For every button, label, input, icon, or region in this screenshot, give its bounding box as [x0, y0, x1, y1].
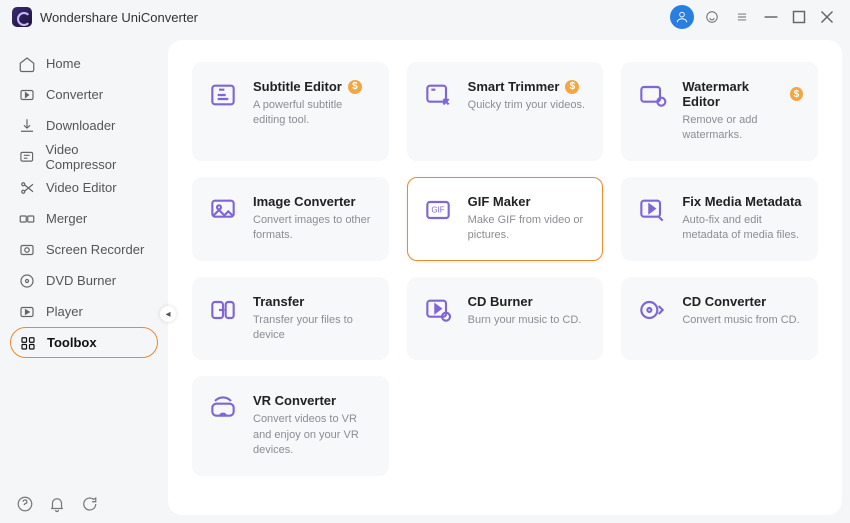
- tool-desc: Convert music from CD.: [682, 313, 803, 328]
- sidebar-item-label: DVD Burner: [46, 273, 116, 288]
- tool-transfer[interactable]: Transfer Transfer your files to device: [192, 277, 389, 361]
- subtitle-icon: [207, 79, 239, 111]
- download-icon: [18, 117, 36, 135]
- tool-desc: Remove or add watermarks.: [682, 113, 803, 144]
- tool-watermark-editor[interactable]: Watermark Editor $ Remove or add watermar…: [621, 62, 818, 161]
- trimmer-icon: [422, 79, 454, 111]
- tool-title: Image Converter: [253, 194, 356, 209]
- sidebar-item-compressor[interactable]: Video Compressor: [10, 141, 158, 172]
- tool-title: Transfer: [253, 294, 304, 309]
- tool-title: GIF Maker: [468, 194, 531, 209]
- titlebar: Wondershare UniConverter: [0, 0, 850, 34]
- premium-badge: $: [348, 80, 362, 94]
- sidebar-item-label: Converter: [46, 87, 103, 102]
- compressor-icon: [18, 148, 36, 166]
- home-icon: [18, 55, 36, 73]
- sidebar-item-downloader[interactable]: Downloader: [10, 110, 158, 141]
- app-logo: [12, 7, 32, 27]
- player-icon: [18, 303, 36, 321]
- minimize-button[interactable]: [760, 6, 782, 28]
- menu-icon[interactable]: [730, 5, 754, 29]
- merger-icon: [18, 210, 36, 228]
- tool-desc: A powerful subtitle editing tool.: [253, 98, 374, 129]
- metadata-icon: [636, 194, 668, 226]
- sidebar-item-dvdburner[interactable]: DVD Burner: [10, 265, 158, 296]
- tool-cd-burner[interactable]: CD Burner Burn your music to CD.: [407, 277, 604, 361]
- app-title: Wondershare UniConverter: [40, 10, 198, 25]
- close-button[interactable]: [816, 6, 838, 28]
- premium-badge: $: [565, 80, 579, 94]
- scissors-icon: [18, 179, 36, 197]
- tool-desc: Convert videos to VR and enjoy on your V…: [253, 412, 374, 458]
- sidebar-item-label: Video Editor: [46, 180, 117, 195]
- disc-icon: [18, 272, 36, 290]
- maximize-button[interactable]: [788, 6, 810, 28]
- tool-title: Fix Media Metadata: [682, 194, 801, 209]
- tool-smart-trimmer[interactable]: Smart Trimmer $ Quicky trim your videos.: [407, 62, 604, 161]
- account-icon[interactable]: [670, 5, 694, 29]
- tool-title: VR Converter: [253, 393, 336, 408]
- recorder-icon: [18, 241, 36, 259]
- tool-title: Watermark Editor: [682, 79, 784, 109]
- sidebar-item-label: Merger: [46, 211, 87, 226]
- tool-image-converter[interactable]: Image Converter Convert images to other …: [192, 177, 389, 261]
- tool-desc: Auto-fix and edit metadata of media file…: [682, 213, 803, 244]
- sidebar-item-label: Screen Recorder: [46, 242, 144, 257]
- sidebar-item-toolbox[interactable]: Toolbox: [10, 327, 158, 358]
- svg-text:GIF: GIF: [431, 205, 444, 214]
- vr-icon: [207, 393, 239, 425]
- sidebar-item-merger[interactable]: Merger: [10, 203, 158, 234]
- cd-burn-icon: [422, 294, 454, 326]
- sidebar-item-label: Toolbox: [47, 335, 97, 350]
- sidebar-item-label: Player: [46, 304, 83, 319]
- tool-title: CD Burner: [468, 294, 533, 309]
- tool-subtitle-editor[interactable]: Subtitle Editor $ A powerful subtitle edi…: [192, 62, 389, 161]
- tool-vr-converter[interactable]: VR Converter Convert videos to VR and en…: [192, 376, 389, 475]
- tool-desc: Transfer your files to device: [253, 313, 374, 344]
- cd-convert-icon: [636, 294, 668, 326]
- converter-icon: [18, 86, 36, 104]
- premium-badge: $: [790, 87, 803, 101]
- sidebar-collapse-button[interactable]: ◂: [160, 306, 176, 322]
- gif-icon: GIF: [422, 194, 454, 226]
- sidebar-item-home[interactable]: Home: [10, 48, 158, 79]
- tool-title: Smart Trimmer: [468, 79, 560, 94]
- watermark-icon: [636, 79, 668, 111]
- sidebar-item-label: Downloader: [46, 118, 115, 133]
- transfer-icon: [207, 294, 239, 326]
- image-icon: [207, 194, 239, 226]
- sidebar-item-recorder[interactable]: Screen Recorder: [10, 234, 158, 265]
- sidebar-item-label: Video Compressor: [46, 142, 150, 172]
- feedback-icon[interactable]: [80, 495, 98, 513]
- tool-desc: Burn your music to CD.: [468, 313, 589, 328]
- tool-title: CD Converter: [682, 294, 766, 309]
- notifications-icon[interactable]: [48, 495, 66, 513]
- tool-title: Subtitle Editor: [253, 79, 342, 94]
- help-icon[interactable]: [16, 495, 34, 513]
- main-content: Subtitle Editor $ A powerful subtitle edi…: [168, 40, 842, 515]
- tool-desc: Quicky trim your videos.: [468, 98, 589, 113]
- sidebar-item-editor[interactable]: Video Editor: [10, 172, 158, 203]
- tool-desc: Make GIF from video or pictures.: [468, 213, 589, 244]
- sidebar-item-converter[interactable]: Converter: [10, 79, 158, 110]
- sidebar-item-player[interactable]: Player: [10, 296, 158, 327]
- tool-desc: Convert images to other formats.: [253, 213, 374, 244]
- support-icon[interactable]: [700, 5, 724, 29]
- sidebar: Home Converter Downloader Video Compress…: [0, 34, 168, 523]
- tool-fix-metadata[interactable]: Fix Media Metadata Auto-fix and edit met…: [621, 177, 818, 261]
- tool-gif-maker[interactable]: GIF GIF Maker Make GIF from video or pic…: [407, 177, 604, 261]
- toolbox-icon: [19, 334, 37, 352]
- sidebar-item-label: Home: [46, 56, 81, 71]
- tool-cd-converter[interactable]: CD Converter Convert music from CD.: [621, 277, 818, 361]
